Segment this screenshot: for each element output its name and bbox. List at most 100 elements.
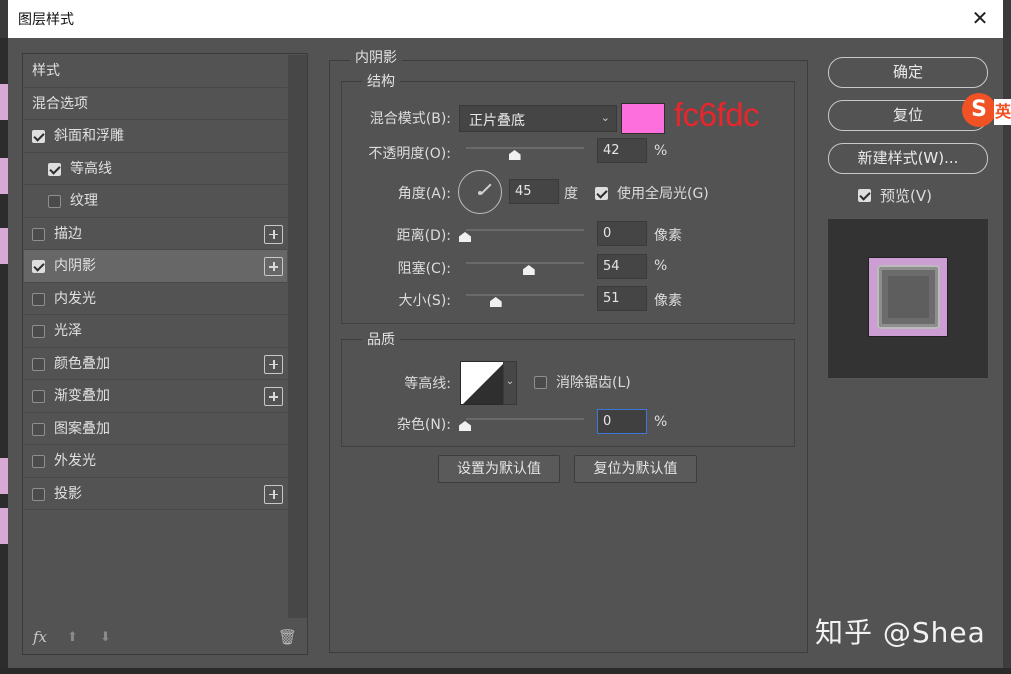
preview-thumbnail xyxy=(868,257,948,337)
style-checkbox[interactable] xyxy=(32,422,45,436)
ok-button[interactable]: 确定 xyxy=(828,57,988,88)
angle-input[interactable]: 45 xyxy=(509,179,559,204)
style-list-item[interactable]: 图案叠加 xyxy=(24,413,287,445)
style-list-item[interactable]: 描边 xyxy=(24,218,287,250)
move-down-icon[interactable]: ⬇ xyxy=(100,630,111,645)
noise-label: 杂色(N): xyxy=(396,417,451,433)
distance-label: 距离(D): xyxy=(396,228,451,244)
style-checkbox[interactable] xyxy=(32,455,45,468)
choke-slider-track[interactable] xyxy=(466,262,584,264)
style-list-item[interactable]: 颜色叠加 xyxy=(24,348,287,380)
style-checkbox[interactable] xyxy=(48,195,61,208)
style-list-item-label: 外发光 xyxy=(54,453,96,469)
style-checkbox[interactable] xyxy=(32,292,45,306)
blend-mode-select[interactable]: 正片叠底 ⌄ xyxy=(459,105,617,132)
style-list-item-label: 颜色叠加 xyxy=(54,355,110,372)
style-list-item-label: 描边 xyxy=(54,225,82,242)
global-light-checkbox[interactable] xyxy=(595,187,608,200)
style-list-item[interactable]: 渐变叠加 xyxy=(24,380,287,413)
style-list-item-label: 图案叠加 xyxy=(54,420,110,437)
size-input[interactable]: 51 xyxy=(597,286,647,311)
contour-curve-icon xyxy=(463,364,503,404)
antialias-label: 消除锯齿(L) xyxy=(556,375,631,391)
style-list-item-label: 内阴影 xyxy=(54,258,96,274)
chevron-down-icon: ⌄ xyxy=(600,111,610,124)
angle-unit: 度 xyxy=(564,186,578,202)
choke-input[interactable]: 54 xyxy=(597,254,647,279)
add-effect-plus-icon[interactable] xyxy=(264,224,283,244)
trash-icon[interactable]: 🗑 xyxy=(278,628,297,646)
style-list-item[interactable]: 投影 xyxy=(24,478,287,510)
preview-checkbox[interactable] xyxy=(858,189,871,202)
blend-mode-label: 混合模式(B): xyxy=(369,111,451,127)
contour-dropdown-chevron-icon[interactable]: ⌄ xyxy=(503,361,517,405)
style-checkbox[interactable] xyxy=(48,162,61,176)
styles-list-panel: 样式混合选项斜面和浮雕等高线纹理描边内阴影内发光光泽颜色叠加渐变叠加图案叠加外发… xyxy=(22,53,308,655)
opacity-slider-track[interactable] xyxy=(466,147,584,149)
style-list-item-label: 混合选项 xyxy=(32,95,88,112)
style-checkbox[interactable] xyxy=(32,260,45,273)
antialias-checkbox[interactable] xyxy=(534,376,547,389)
style-checkbox[interactable] xyxy=(32,487,45,501)
size-unit: 像素 xyxy=(654,293,682,309)
color-hex-note: fc6fdc xyxy=(674,96,760,133)
style-list-item-label: 内发光 xyxy=(54,290,96,307)
noise-input[interactable]: 0 xyxy=(597,409,647,434)
style-list-item-label: 等高线 xyxy=(70,160,112,177)
style-list-item-label: 斜面和浮雕 xyxy=(54,128,124,144)
add-effect-plus-icon[interactable] xyxy=(264,257,283,276)
styles-list-scrollbar[interactable] xyxy=(288,55,307,618)
opacity-input[interactable]: 42 xyxy=(597,138,647,163)
contour-label: 等高线: xyxy=(404,376,451,392)
angle-dial[interactable] xyxy=(458,170,502,214)
quality-title: 品质 xyxy=(362,329,400,349)
style-checkbox[interactable] xyxy=(32,325,45,338)
style-list-item[interactable]: 内发光 xyxy=(24,283,287,315)
add-effect-plus-icon[interactable] xyxy=(264,387,283,406)
reset-default-button[interactable]: 复位为默认值 xyxy=(574,455,697,483)
add-effect-plus-icon[interactable] xyxy=(264,484,283,504)
size-slider-track[interactable] xyxy=(466,294,584,296)
watermark: 知乎 @Shea xyxy=(815,616,986,649)
new-style-button[interactable]: 新建样式(W)... xyxy=(828,143,988,174)
style-checkbox[interactable] xyxy=(32,357,45,371)
background-canvas-bottom xyxy=(0,668,1011,674)
noise-unit: % xyxy=(654,414,668,430)
window-title: 图层样式 xyxy=(18,12,74,28)
style-list-item[interactable]: 样式 xyxy=(24,55,287,88)
distance-slider-track[interactable] xyxy=(466,229,584,231)
style-list-item[interactable]: 光泽 xyxy=(24,315,287,348)
style-list-item[interactable]: 斜面和浮雕 xyxy=(24,120,287,153)
style-list-item[interactable]: 混合选项 xyxy=(24,88,287,120)
sogou-ime-icon[interactable]: S xyxy=(962,93,996,127)
fx-icon[interactable]: fx xyxy=(33,628,47,646)
shadow-color-swatch[interactable] xyxy=(621,103,665,134)
distance-unit: 像素 xyxy=(654,228,682,244)
ime-language-indicator[interactable]: 英 xyxy=(994,99,1011,125)
style-list-item[interactable]: 纹理 xyxy=(24,185,287,218)
style-preview xyxy=(827,218,989,379)
structure-title: 结构 xyxy=(362,71,400,91)
style-checkbox[interactable] xyxy=(32,130,45,143)
distance-input[interactable]: 0 xyxy=(597,221,647,246)
opacity-unit: % xyxy=(654,143,668,159)
move-up-icon[interactable]: ⬆ xyxy=(67,630,78,645)
style-list-item-label: 投影 xyxy=(54,485,82,502)
make-default-button[interactable]: 设置为默认值 xyxy=(438,455,560,483)
style-list-item-label: 渐变叠加 xyxy=(54,388,110,404)
style-checkbox[interactable] xyxy=(32,227,45,241)
style-checkbox[interactable] xyxy=(32,390,45,403)
global-light-label: 使用全局光(G) xyxy=(617,186,709,202)
opacity-label: 不透明度(O): xyxy=(368,146,451,162)
choke-label: 阻塞(C): xyxy=(397,261,451,277)
noise-slider-track[interactable] xyxy=(466,418,584,420)
style-list-item[interactable]: 等高线 xyxy=(24,153,287,185)
section-title: 内阴影 xyxy=(350,47,402,67)
contour-preview[interactable] xyxy=(460,361,504,405)
style-list-item[interactable]: 外发光 xyxy=(24,445,287,478)
size-label: 大小(S): xyxy=(398,293,451,309)
style-list-item[interactable]: 内阴影 xyxy=(24,250,287,283)
styles-list: 样式混合选项斜面和浮雕等高线纹理描边内阴影内发光光泽颜色叠加渐变叠加图案叠加外发… xyxy=(24,55,287,510)
add-effect-plus-icon[interactable] xyxy=(264,354,283,374)
close-icon[interactable]: ✕ xyxy=(967,4,993,32)
